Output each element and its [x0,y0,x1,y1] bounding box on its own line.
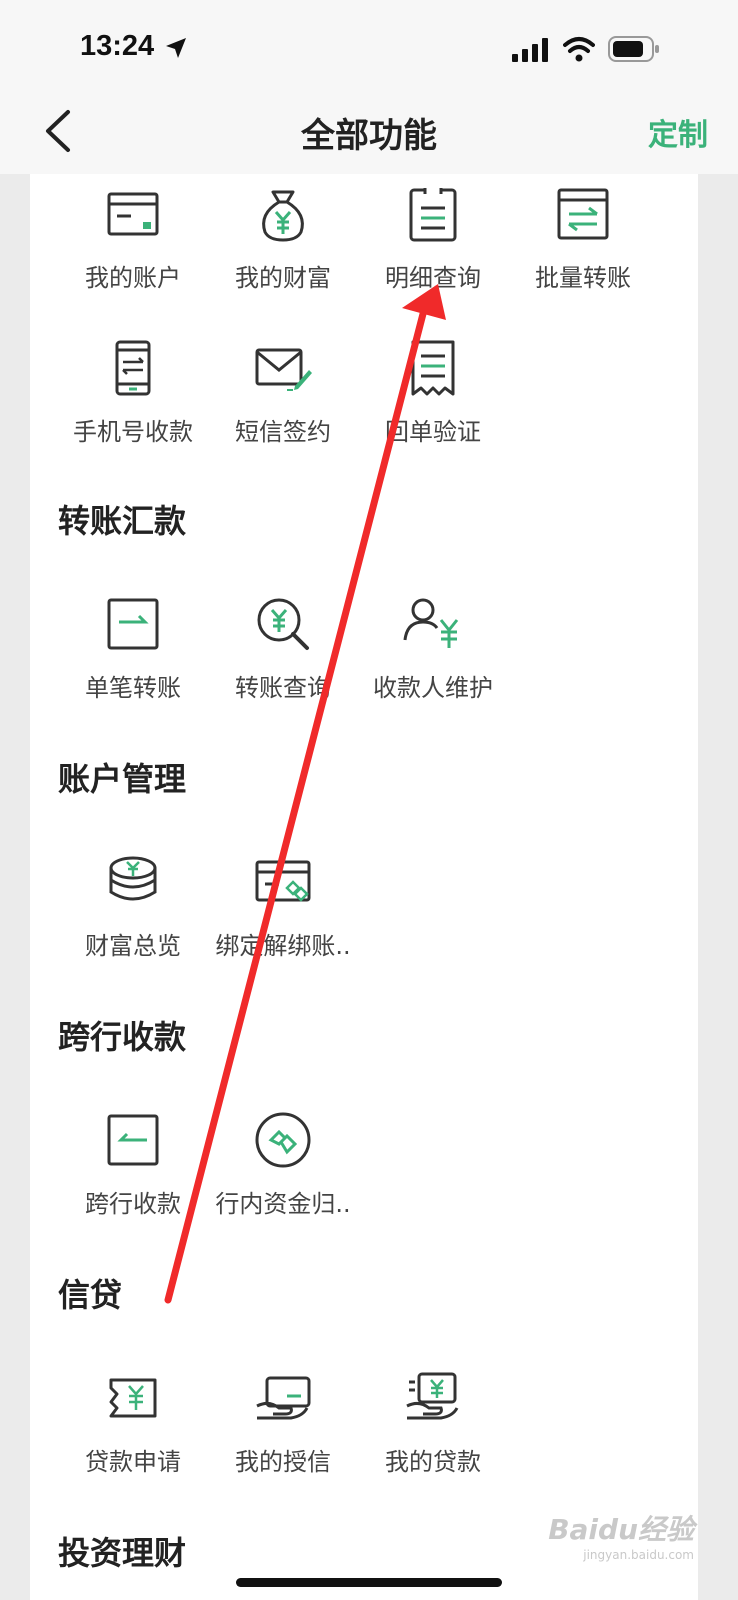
watermark-url: jingyan.baidu.com [583,1548,694,1562]
watermark-logo: Baidu经验 jingyan.baidu.com [548,1508,694,1562]
annotation-arrow [164,284,446,1304]
home-indicator[interactable] [236,1578,502,1587]
watermark-brand: Baidu经验 [548,1513,694,1546]
